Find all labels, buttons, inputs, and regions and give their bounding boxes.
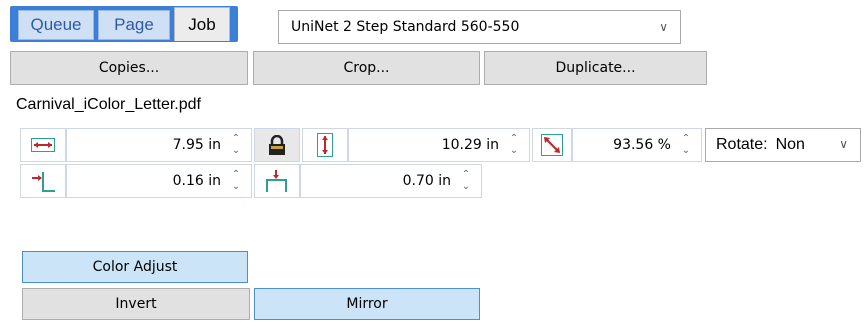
height-field[interactable]: 10.29 in ⌃ ⌄: [348, 128, 530, 162]
tab-job[interactable]: Job: [174, 7, 230, 41]
rotate-select[interactable]: Rotate: Non ∨: [705, 128, 861, 162]
left-offset-value: 0.16 in: [172, 173, 221, 189]
left-offset-spinner[interactable]: ⌃ ⌄: [229, 169, 243, 195]
crop-button[interactable]: Crop...: [253, 51, 480, 85]
top-offset-field[interactable]: 0.70 in ⌃ ⌄: [300, 164, 482, 198]
width-icon: [20, 128, 66, 162]
chevron-down-icon: ∨: [839, 137, 848, 151]
rotate-value: Non: [775, 136, 805, 153]
top-offset-icon: [254, 164, 300, 198]
printer-select-value: UniNet 2 Step Standard 560-550: [291, 19, 520, 35]
width-value: 7.95 in: [172, 137, 221, 153]
left-offset-field[interactable]: 0.16 in ⌃ ⌄: [66, 164, 252, 198]
scale-icon: [532, 128, 572, 162]
file-name: Carnival_iColor_Letter.pdf: [16, 96, 201, 113]
printer-select[interactable]: UniNet 2 Step Standard 560-550 ∨: [278, 10, 681, 44]
chevron-down-icon: ∨: [659, 20, 668, 34]
top-offset-spinner[interactable]: ⌃ ⌄: [459, 169, 473, 195]
copies-button[interactable]: Copies...: [10, 51, 248, 85]
rotate-label: Rotate:: [716, 136, 768, 153]
height-icon: [302, 128, 348, 162]
duplicate-button[interactable]: Duplicate...: [484, 51, 707, 85]
tab-queue[interactable]: Queue: [18, 10, 94, 40]
scale-field[interactable]: 93.56 % ⌃ ⌄: [572, 128, 702, 162]
lock-icon[interactable]: [254, 128, 300, 162]
color-adjust-button[interactable]: Color Adjust: [22, 251, 248, 283]
top-offset-value: 0.70 in: [402, 173, 451, 189]
height-spinner[interactable]: ⌃ ⌄: [507, 133, 521, 159]
width-spinner[interactable]: ⌃ ⌄: [229, 133, 243, 159]
invert-button[interactable]: Invert: [22, 288, 250, 320]
left-offset-icon: [20, 164, 66, 198]
width-field[interactable]: 7.95 in ⌃ ⌄: [66, 128, 252, 162]
tab-page[interactable]: Page: [98, 10, 170, 40]
scale-value: 93.56 %: [613, 137, 671, 153]
height-value: 10.29 in: [441, 137, 499, 153]
scale-spinner[interactable]: ⌃ ⌄: [679, 133, 693, 159]
mirror-button[interactable]: Mirror: [254, 288, 480, 320]
